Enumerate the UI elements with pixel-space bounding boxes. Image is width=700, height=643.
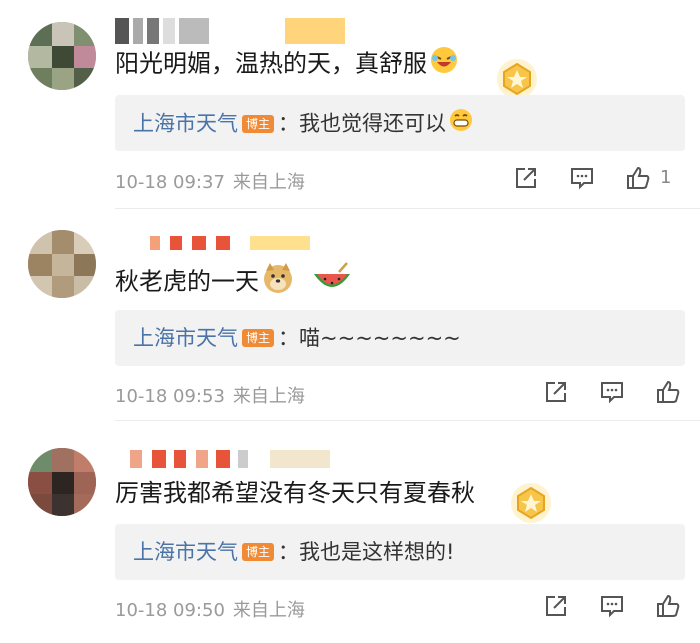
reply-author-link[interactable]: 上海市天气 [133, 540, 238, 564]
blogger-tag: 博主 [242, 543, 275, 561]
like-button[interactable] [624, 164, 654, 194]
comment-time: 10-18 09:50 [115, 600, 225, 621]
comment-item: 阳光明媚，温热的天，真舒服 上海市天气 博主 ：我也觉得还可以 10-18 09:3… [0, 0, 700, 210]
thumbs-up-icon [657, 380, 680, 403]
comment-meta: 10-18 09:50 来自上海 [115, 596, 305, 622]
doge-emoji-icon [261, 261, 295, 304]
reply-author-link[interactable]: 上海市天气 [133, 326, 238, 350]
share-button[interactable] [542, 378, 572, 408]
reply-box[interactable]: 上海市天气 博主 ：我也觉得还可以 [115, 95, 685, 151]
avatar[interactable] [28, 230, 96, 298]
reply-text: 我也觉得还可以 [299, 111, 447, 136]
divider [115, 420, 700, 421]
reply-colon: ： [278, 111, 300, 136]
comment-item: 厉害我都希望没有冬天只有夏春秋 上海市天气 博主 ：我也是这样想的! 10-18 0… [0, 422, 700, 643]
username-blurred[interactable] [115, 18, 345, 44]
comment-source: 来自上海 [232, 386, 305, 407]
comment-source: 来自上海 [232, 600, 305, 621]
blogger-tag: 博主 [242, 329, 275, 347]
comment-actions: 1 [512, 164, 682, 194]
avatar[interactable] [28, 22, 96, 90]
comment-button[interactable] [598, 592, 628, 622]
comment-button[interactable] [598, 378, 628, 408]
laughing-emoji-icon [429, 45, 459, 84]
comment-meta: 10-18 09:37 来自上海 [115, 168, 305, 194]
comment-icon [601, 382, 623, 404]
share-icon [546, 382, 566, 402]
reply-box[interactable]: 上海市天气 博主 ：喵~~~~~~~~ [115, 310, 685, 366]
like-count: 1 [660, 167, 672, 188]
share-button[interactable] [512, 164, 542, 194]
username-blurred[interactable] [150, 236, 310, 250]
thumbs-up-icon [657, 594, 680, 617]
username-blurred[interactable] [130, 450, 330, 468]
comment-source: 来自上海 [232, 172, 305, 193]
share-icon [516, 168, 536, 188]
comment-time: 10-18 09:37 [115, 172, 225, 193]
reply-colon: ： [278, 326, 300, 350]
reply-text: 我也是这样想的! [299, 540, 455, 564]
comment-time: 10-18 09:53 [115, 386, 225, 407]
like-button[interactable] [654, 378, 684, 408]
comment-item: 秋老虎的一天 上海市天气 博主 ：喵~~~~~~~~ 10-18 09:53 来自上海 [0, 210, 700, 421]
comment-meta: 10-18 09:53 来自上海 [115, 382, 305, 408]
comment-actions [542, 592, 682, 622]
reply-colon: ： [278, 540, 300, 564]
comment-icon [601, 596, 623, 618]
reply-text: 喵~~~~~~~~ [299, 326, 461, 350]
watermelon-emoji-icon [311, 260, 353, 305]
reply-author-link[interactable]: 上海市天气 [133, 112, 238, 136]
comment-text: 阳光明媚，温热的天，真舒服 [115, 45, 459, 84]
comment-icon [571, 168, 593, 190]
like-button[interactable] [654, 592, 684, 622]
comment-button[interactable] [568, 164, 598, 194]
reply-box[interactable]: 上海市天气 博主 ：我也是这样想的! [115, 524, 685, 580]
share-icon [546, 596, 566, 616]
comment-text: 厉害我都希望没有冬天只有夏春秋 [115, 479, 475, 507]
comment-actions [542, 378, 682, 408]
avatar[interactable] [28, 448, 96, 516]
grinning-emoji-icon [448, 107, 474, 142]
share-button[interactable] [542, 592, 572, 622]
divider [115, 208, 700, 209]
star-badge-icon [508, 480, 554, 530]
blogger-tag: 博主 [242, 114, 275, 133]
comment-text: 秋老虎的一天 [115, 260, 353, 305]
thumbs-up-icon [627, 166, 650, 189]
